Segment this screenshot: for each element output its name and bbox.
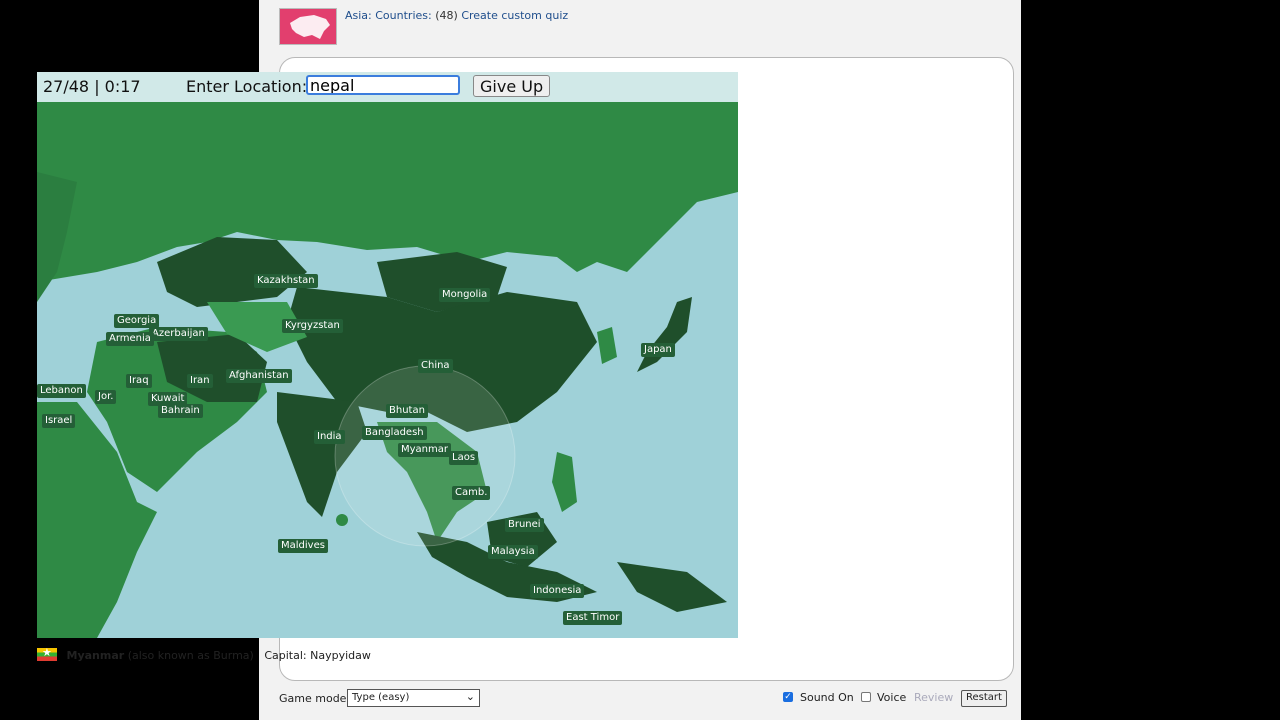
map-label: Myanmar: [398, 443, 451, 457]
map-label: Kazakhstan: [254, 274, 318, 288]
map-label: Bangladesh: [362, 426, 427, 440]
game-mode-value: Type (easy): [352, 692, 410, 703]
map-label: Israel: [42, 414, 76, 428]
myanmar-flag-icon: [37, 646, 57, 661]
quiz-map[interactable]: 27/48 | 0:17 Enter Location: Give Up Kaz…: [37, 72, 738, 638]
kazakhstan-region: [157, 237, 307, 307]
korea-region: [597, 327, 617, 364]
asia-silhouette-icon: [290, 15, 330, 39]
game-mode-label: Game mode:: [279, 692, 351, 705]
create-custom-quiz-link[interactable]: Create custom quiz: [461, 9, 568, 22]
score-timer: 27/48 | 0:17: [43, 77, 141, 96]
map-label: Laos: [449, 451, 479, 465]
breadcrumb: Asia: Countries: (48) Create custom quiz: [345, 9, 568, 22]
map-label: Indonesia: [530, 584, 585, 598]
sound-label: Sound On: [800, 691, 854, 704]
quiz-toolbar: 27/48 | 0:17 Enter Location: Give Up: [37, 72, 738, 102]
country-count: (48): [435, 9, 458, 22]
map-label: Armenia: [106, 332, 154, 346]
asia-map-graphic: [37, 102, 738, 638]
map-label: Jor.: [95, 390, 117, 404]
country-name: Myanmar: [66, 649, 125, 662]
map-label: East Timor: [563, 611, 623, 625]
map-label: Lebanon: [37, 384, 86, 398]
sri-lanka-region: [336, 514, 348, 526]
map-label: Bhutan: [386, 404, 428, 418]
map-label: Kyrgyzstan: [282, 319, 343, 333]
asia-thumbnail[interactable]: [279, 8, 337, 45]
russia-region: [37, 102, 738, 282]
country-aka: (also known as Burma): [127, 649, 254, 662]
japan-region: [637, 297, 692, 372]
sound-checkbox[interactable]: ✓: [783, 692, 793, 702]
map-label: Afghanistan: [226, 369, 292, 383]
map-label: India: [314, 430, 345, 444]
give-up-button[interactable]: Give Up: [473, 75, 551, 97]
map-label: Georgia: [114, 314, 160, 328]
country-capital: Capital: Naypyidaw: [264, 649, 371, 662]
game-mode-select[interactable]: Type (easy) ⌄: [347, 689, 480, 707]
restart-button[interactable]: Restart: [961, 690, 1007, 707]
bottom-controls: Game mode: Type (easy) ⌄ ✓ Sound On Voic…: [279, 689, 1007, 709]
asia-countries-link[interactable]: Asia: Countries:: [345, 9, 432, 22]
country-info: Myanmar (also known as Burma) Capital: N…: [37, 646, 371, 662]
voice-checkbox[interactable]: [861, 692, 871, 702]
map-label: Malaysia: [488, 545, 538, 559]
philippines-region: [552, 452, 577, 512]
map-label: Maldives: [278, 539, 328, 553]
enter-location-label: Enter Location:: [186, 77, 308, 96]
new-guinea-region: [617, 562, 727, 612]
review-link[interactable]: Review: [914, 691, 953, 704]
map-label: Iraq: [126, 374, 152, 388]
map-label: Camb.: [452, 486, 491, 500]
chevron-down-icon: ⌄: [465, 690, 475, 703]
map-label: Japan: [641, 343, 675, 357]
voice-label: Voice: [877, 691, 907, 704]
map-label: Mongolia: [439, 288, 491, 302]
map-label: Brunei: [505, 518, 544, 532]
location-input[interactable]: [306, 75, 460, 95]
map-label: Iran: [187, 374, 213, 388]
map-label: Bahrain: [158, 404, 203, 418]
map-label: Azerbaijan: [149, 327, 208, 341]
map-label: China: [418, 359, 453, 373]
